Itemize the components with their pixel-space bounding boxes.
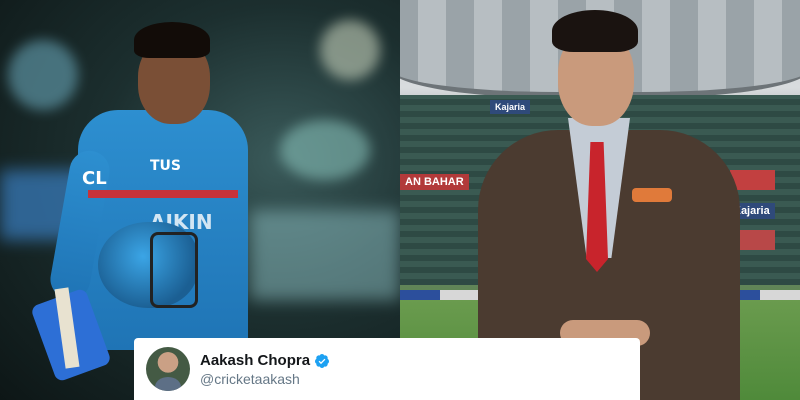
commentator-hair — [552, 10, 638, 52]
avatar[interactable] — [146, 347, 190, 391]
twitter-handle[interactable]: @cricketaakash — [200, 371, 300, 387]
bokeh-light — [320, 20, 380, 80]
display-name[interactable]: Aakash Chopra — [200, 352, 310, 369]
jersey-stripe — [88, 190, 238, 198]
bokeh-light — [280, 120, 370, 180]
verified-badge-icon — [315, 353, 330, 368]
stadium-banner: AN BAHAR — [400, 174, 469, 190]
helmet-grille — [150, 232, 198, 308]
bokeh-light — [8, 40, 78, 110]
background-glow — [250, 210, 400, 300]
pocket-square — [632, 188, 672, 202]
twitter-profile-card[interactable]: Aakash Chopra @cricketaakash — [134, 338, 640, 400]
jersey-sponsor-text: TUS — [150, 158, 182, 174]
composite-image: CL TUS AIKIN Kajaria AN BAHAR Kajaria Aa… — [0, 0, 800, 400]
name-row: Aakash Chopra — [200, 352, 330, 369]
stadium-banner: Kajaria — [490, 100, 531, 114]
cricketer-hair — [134, 22, 210, 58]
jersey-sponsor-text: CL — [82, 168, 107, 189]
